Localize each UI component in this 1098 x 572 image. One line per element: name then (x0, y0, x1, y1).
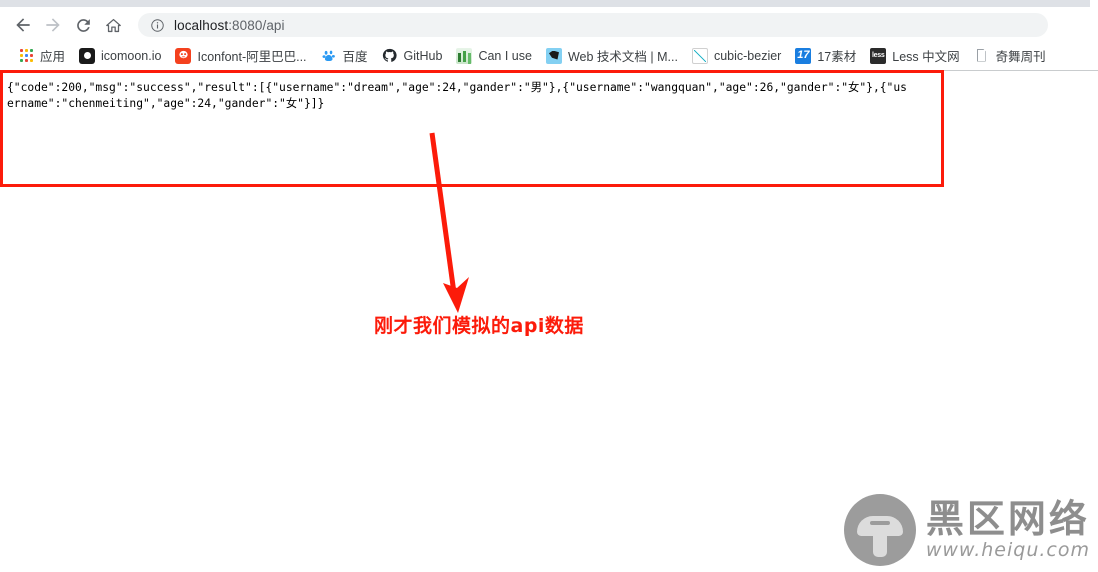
bookmark-label: Iconfont-阿里巴巴... (197, 50, 307, 64)
address-bar-url: localhost:8080/api (174, 18, 285, 33)
apps-grid-icon (18, 48, 34, 64)
bookmark-label: 奇舞周刊 (995, 50, 1046, 64)
bookmark-label: 应用 (40, 50, 66, 64)
api-json-response-text: {"code":200,"msg":"success","result":[{"… (7, 81, 907, 110)
bookmark-label: GitHub (403, 48, 443, 63)
home-button[interactable] (98, 10, 128, 40)
bookmark-label: Less 中文网 (892, 50, 960, 64)
reload-button[interactable] (68, 10, 98, 40)
bookmark-qiwu[interactable]: 奇舞周刊 (968, 45, 1052, 67)
toolbar-separator (0, 70, 1098, 71)
bookmark-label: icomoon.io (101, 48, 162, 63)
bookmark-label: 17素材 (817, 50, 857, 64)
bookmark-caniuse[interactable]: Can I use (450, 45, 538, 67)
baidu-paw-icon (321, 48, 337, 64)
arrow-right-icon (43, 15, 63, 35)
document-page-icon (973, 47, 990, 64)
arrow-left-icon (13, 15, 33, 35)
cubic-bezier-curve-icon (691, 47, 708, 64)
address-bar[interactable]: localhost:8080/api (138, 13, 1048, 37)
bookmarks-bar: 应用 icomoon.io Iconfont-阿里巴巴... 百度 GitHub… (0, 42, 1098, 69)
bookmark-17sucai[interactable]: 17 17素材 (789, 45, 862, 67)
url-host: localhost (174, 17, 229, 33)
bookmark-label: Can I use (478, 48, 532, 63)
17sucai-icon: 17 (795, 47, 812, 64)
info-circle-icon[interactable] (150, 18, 165, 33)
bookmark-label: cubic-bezier (713, 48, 782, 63)
bookmark-icomoon[interactable]: icomoon.io (73, 45, 167, 67)
browser-toolbar: localhost:8080/api (0, 8, 1098, 42)
icomoon-icon (79, 47, 96, 64)
iconfont-alien-icon (175, 47, 192, 64)
bookmark-cubic-bezier[interactable]: cubic-bezier (686, 45, 787, 67)
bookmark-github[interactable]: GitHub (376, 45, 449, 67)
url-path: :8080/api (228, 17, 285, 33)
bookmark-baidu[interactable]: 百度 (315, 45, 374, 67)
bookmark-apps[interactable]: 应用 (12, 45, 71, 67)
bookmark-less[interactable]: less Less 中文网 (864, 45, 965, 67)
browser-chrome: localhost:8080/api 应用 icomoon.io Iconfon… (0, 0, 1098, 69)
bookmark-mdn[interactable]: Web 技术文档 | M... (540, 45, 684, 67)
reload-icon (74, 16, 93, 35)
less-icon: less (870, 47, 887, 64)
back-button[interactable] (8, 10, 38, 40)
forward-button[interactable] (38, 10, 68, 40)
mdn-dino-icon (545, 47, 562, 64)
annotation-label: 刚才我们模拟的api数据 (374, 315, 584, 337)
home-icon (104, 16, 123, 35)
bookmark-iconfont[interactable]: Iconfont-阿里巴巴... (169, 45, 312, 67)
caniuse-chart-icon (456, 47, 473, 64)
bookmark-label: 百度 (342, 50, 368, 64)
bookmark-label: Web 技术文档 | M... (567, 50, 678, 64)
github-icon (381, 47, 398, 64)
tab-strip (0, 0, 1098, 8)
